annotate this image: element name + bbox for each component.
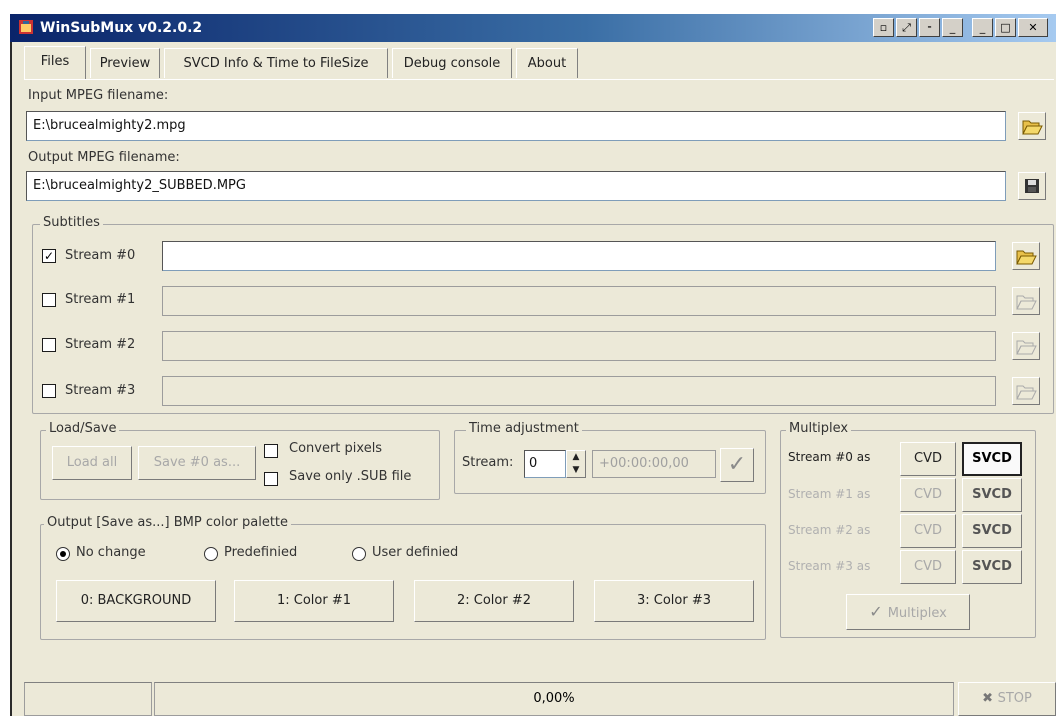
output-filename-field[interactable]: E:\brucealmighty2_SUBBED.MPG	[26, 171, 1006, 201]
open-input-button[interactable]	[1018, 112, 1046, 140]
output-label: Output MPEG filename:	[28, 150, 180, 165]
tab-panel-border	[24, 79, 1054, 80]
folder-open-icon	[1016, 250, 1037, 265]
checkmark-icon: ✓	[869, 602, 888, 621]
loadsave-group-title: Load/Save	[46, 421, 120, 436]
color-3-button[interactable]: 3: Color #3	[594, 580, 754, 622]
color-1-button[interactable]: 1: Color #1	[234, 580, 394, 622]
stream-0-open-button[interactable]	[1012, 242, 1040, 270]
convert-pixels-label: Convert pixels	[289, 441, 383, 456]
stream-3-cvd-button[interactable]: CVD	[900, 550, 956, 584]
multiplex-stream-2-label: Stream #2 as	[788, 523, 871, 537]
progress-text: 0,00%	[154, 682, 954, 716]
folder-open-icon	[1022, 120, 1043, 135]
close-icon[interactable]: ✕	[1018, 18, 1048, 37]
stop-button-label: STOP	[997, 691, 1032, 706]
checkmark-icon: ✓	[727, 452, 747, 477]
subtitles-group-title: Subtitles	[40, 215, 103, 230]
radio-no-change-label: No change	[76, 545, 146, 560]
multiplex-button-label: Multiplex	[887, 606, 947, 621]
load-all-button[interactable]: Load all	[52, 446, 132, 480]
tab-about[interactable]: About	[516, 48, 578, 78]
input-label: Input MPEG filename:	[28, 88, 169, 103]
stream-1-label: Stream #1	[65, 292, 136, 307]
status-panel-left	[24, 682, 152, 716]
folder-open-icon	[1016, 385, 1037, 400]
restore-icon[interactable]: ⁃	[919, 18, 940, 37]
stream-2-cvd-button[interactable]: CVD	[900, 514, 956, 548]
stream-2-checkbox[interactable]	[42, 338, 56, 352]
multiplex-stream-1-label: Stream #1 as	[788, 487, 871, 501]
stream-3-open-button[interactable]	[1012, 377, 1040, 405]
save-sub-only-label: Save only .SUB file	[289, 469, 412, 484]
stream-0-checkbox[interactable]: ✓	[42, 249, 56, 263]
folder-open-icon	[1016, 340, 1037, 355]
stop-x-icon: ✖	[982, 691, 998, 706]
tab-svcd-info[interactable]: SVCD Info & Time to FileSize	[164, 48, 388, 78]
stream-0-cvd-button[interactable]: CVD	[900, 442, 956, 476]
time-stream-label: Stream:	[462, 455, 514, 470]
time-offset-field[interactable]: +00:00:00,00	[592, 450, 716, 478]
stream-2-open-button[interactable]	[1012, 332, 1040, 360]
time-adjust-group-title: Time adjustment	[466, 421, 582, 436]
minimize-icon[interactable]: _	[972, 18, 993, 37]
tray-icon[interactable]: ▫	[873, 18, 894, 37]
stream-2-label: Stream #2	[65, 337, 136, 352]
convert-pixels-checkbox[interactable]	[264, 444, 278, 458]
stream-1-cvd-button[interactable]: CVD	[900, 478, 956, 512]
resize-icon[interactable]: ⤢	[896, 18, 917, 37]
save-output-button[interactable]	[1018, 172, 1046, 200]
save-stream-button[interactable]: Save #0 as...	[138, 446, 256, 480]
tab-preview[interactable]: Preview	[90, 48, 160, 78]
color-2-button[interactable]: 2: Color #2	[414, 580, 574, 622]
stream-0-label: Stream #0	[65, 248, 136, 263]
time-stream-spinner[interactable]: 0	[524, 450, 566, 478]
radio-predefined[interactable]	[204, 547, 218, 561]
spinner-arrows-icon[interactable]: ▲ ▼	[566, 450, 586, 478]
palette-group-title: Output [Save as...] BMP color palette	[44, 515, 292, 530]
multiplex-stream-3-label: Stream #3 as	[788, 559, 871, 573]
stream-1-open-button[interactable]	[1012, 287, 1040, 315]
stream-0-svcd-button[interactable]: SVCD	[962, 442, 1022, 476]
stream-1-subtitle-field[interactable]	[162, 286, 996, 316]
multiplex-stream-0-label: Stream #0 as	[788, 450, 871, 464]
multiplex-group-title: Multiplex	[786, 421, 852, 436]
radio-user-defined[interactable]	[352, 547, 366, 561]
rollup-icon[interactable]: _	[942, 18, 963, 37]
stream-1-checkbox[interactable]	[42, 293, 56, 307]
stream-3-checkbox[interactable]	[42, 384, 56, 398]
stop-button[interactable]: ✖ STOP	[958, 682, 1056, 716]
app-icon	[17, 18, 35, 36]
folder-open-icon	[1016, 295, 1037, 310]
color-background-button[interactable]: 0: BACKGROUND	[56, 580, 216, 622]
tab-files[interactable]: Files	[24, 46, 86, 79]
stream-3-label: Stream #3	[65, 383, 136, 398]
multiplex-button[interactable]: ✓ Multiplex	[846, 594, 970, 630]
stream-3-svcd-button[interactable]: SVCD	[962, 550, 1022, 584]
stream-2-subtitle-field[interactable]	[162, 331, 996, 361]
radio-predefined-label: Predefinied	[224, 545, 298, 560]
stream-0-subtitle-field[interactable]	[162, 241, 996, 271]
stream-1-svcd-button[interactable]: SVCD	[962, 478, 1022, 512]
radio-user-defined-label: User definied	[372, 545, 459, 560]
apply-time-button[interactable]: ✓	[720, 448, 754, 482]
floppy-disk-icon	[1025, 179, 1039, 193]
stream-3-subtitle-field[interactable]	[162, 376, 996, 406]
window-title: WinSubMux v0.2.0.2	[40, 20, 203, 36]
radio-no-change[interactable]	[56, 547, 70, 561]
save-sub-only-checkbox[interactable]	[264, 472, 278, 486]
stream-2-svcd-button[interactable]: SVCD	[962, 514, 1022, 548]
tab-debug-console[interactable]: Debug console	[392, 48, 512, 78]
input-filename-field[interactable]: E:\brucealmighty2.mpg	[26, 111, 1006, 141]
maximize-icon[interactable]: □	[995, 18, 1016, 37]
